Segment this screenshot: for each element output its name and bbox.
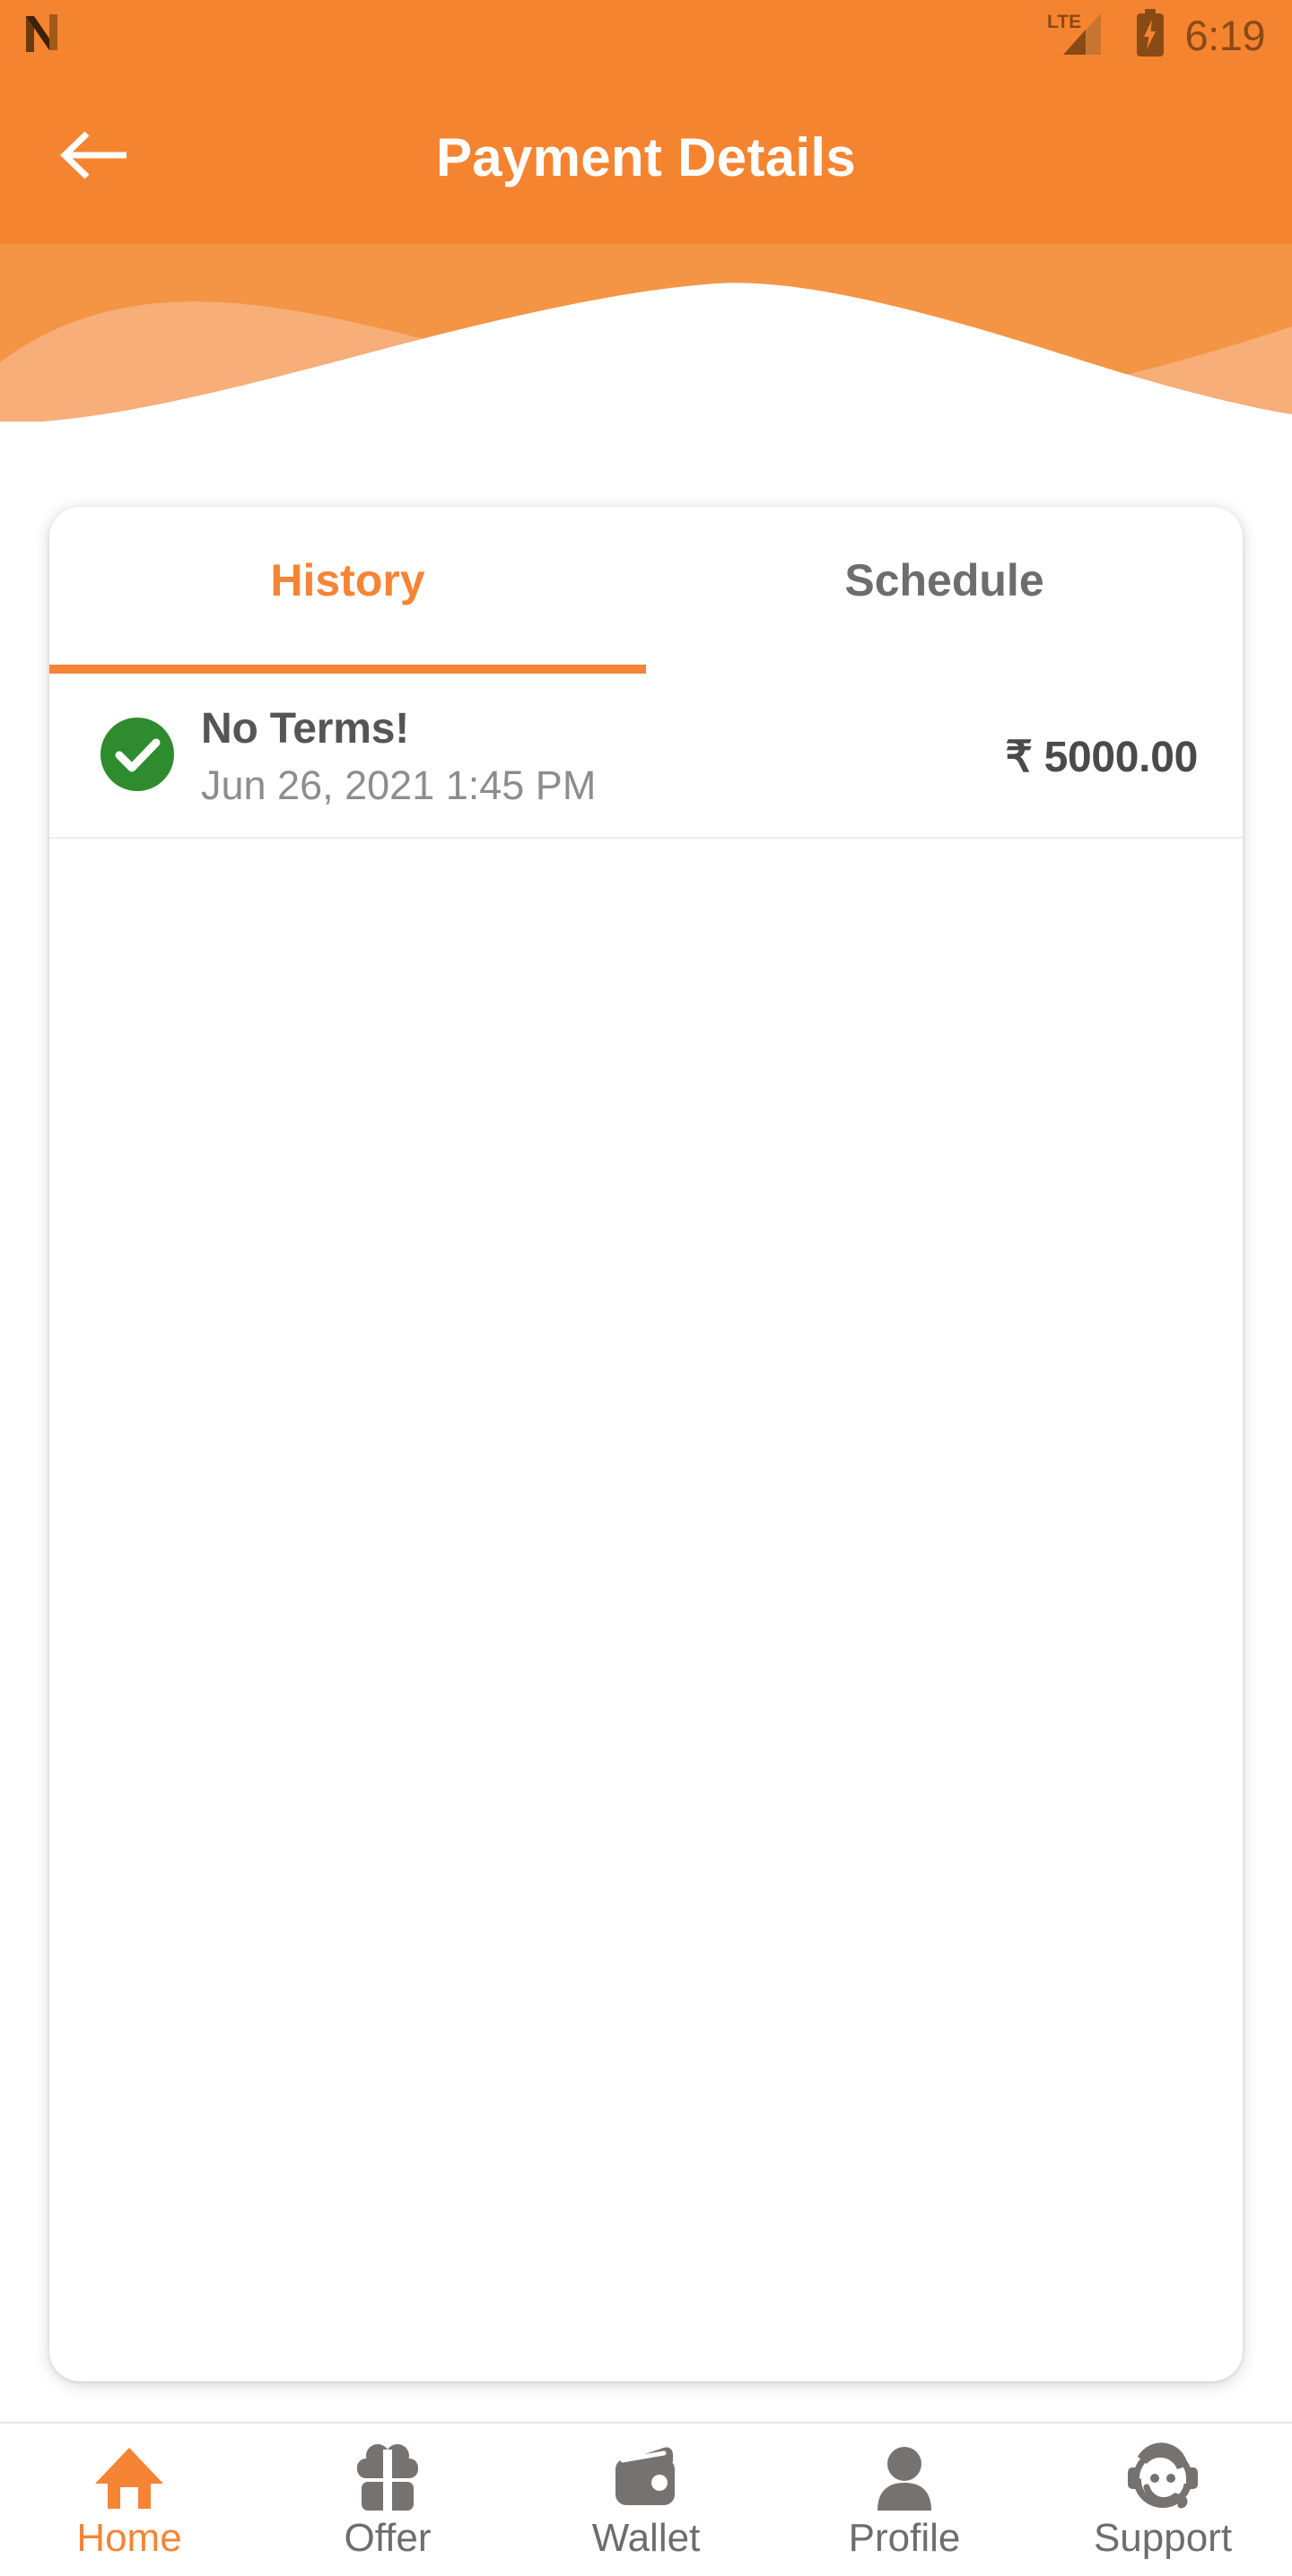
- nav-label-profile: Profile: [848, 2516, 961, 2560]
- status-bar-clock: 6:19: [1184, 11, 1266, 59]
- home-icon: [92, 2440, 167, 2517]
- transaction-status: [99, 716, 185, 797]
- tab-active-indicator: [49, 665, 646, 674]
- app-bar: Payment Details: [0, 70, 1292, 244]
- transaction-amount: ₹ 5000.00: [1005, 733, 1198, 781]
- nav-item-support[interactable]: Support: [1034, 2424, 1292, 2576]
- nav-label-home: Home: [76, 2516, 182, 2560]
- page-title: Payment Details: [435, 126, 857, 187]
- nav-label-wallet: Wallet: [591, 2516, 701, 2560]
- nav-item-wallet[interactable]: Wallet: [517, 2424, 775, 2576]
- app-logo-n-icon: [23, 13, 61, 58]
- transaction-title: No Terms!: [201, 705, 410, 753]
- wallet-icon: [608, 2440, 684, 2517]
- back-arrow-icon: [59, 128, 130, 187]
- tab-history-label: History: [270, 555, 425, 605]
- nav-label-support: Support: [1093, 2516, 1233, 2560]
- gift-icon: [350, 2440, 425, 2517]
- tab-schedule[interactable]: Schedule: [646, 507, 1243, 674]
- tab-bar: History Schedule: [49, 507, 1243, 674]
- transaction-list: No Terms! Jun 26, 2021 1:45 PM ₹ 5000.00: [49, 674, 1243, 839]
- battery-charging-icon: [1135, 8, 1165, 62]
- payment-details-card: History Schedule No Terms! Jun 26, 2021 …: [49, 507, 1243, 2381]
- nav-item-home[interactable]: Home: [0, 2424, 258, 2576]
- check-circle-icon: [99, 716, 176, 797]
- headset-agent-icon: [1125, 2440, 1200, 2517]
- person-icon: [867, 2440, 942, 2517]
- svg-text:LTE: LTE: [1047, 12, 1081, 32]
- nav-label-offer: Offer: [344, 2516, 432, 2560]
- tab-history[interactable]: History: [49, 507, 646, 674]
- transaction-date: Jun 26, 2021 1:45 PM: [201, 761, 597, 808]
- nav-item-offer[interactable]: Offer: [258, 2424, 517, 2576]
- back-button[interactable]: [52, 114, 138, 200]
- nav-item-profile[interactable]: Profile: [775, 2424, 1034, 2576]
- signal-bars-icon: LTE: [1045, 8, 1115, 63]
- status-bar: LTE 6:19: [0, 0, 1292, 70]
- bottom-navigation: Home Offer Wallet Profile Support: [0, 2422, 1292, 2576]
- transaction-details: No Terms! Jun 26, 2021 1:45 PM: [185, 704, 1005, 810]
- tab-schedule-label: Schedule: [844, 555, 1044, 605]
- wave-decoration: [0, 283, 1292, 422]
- table-row[interactable]: No Terms! Jun 26, 2021 1:45 PM ₹ 5000.00: [49, 674, 1243, 839]
